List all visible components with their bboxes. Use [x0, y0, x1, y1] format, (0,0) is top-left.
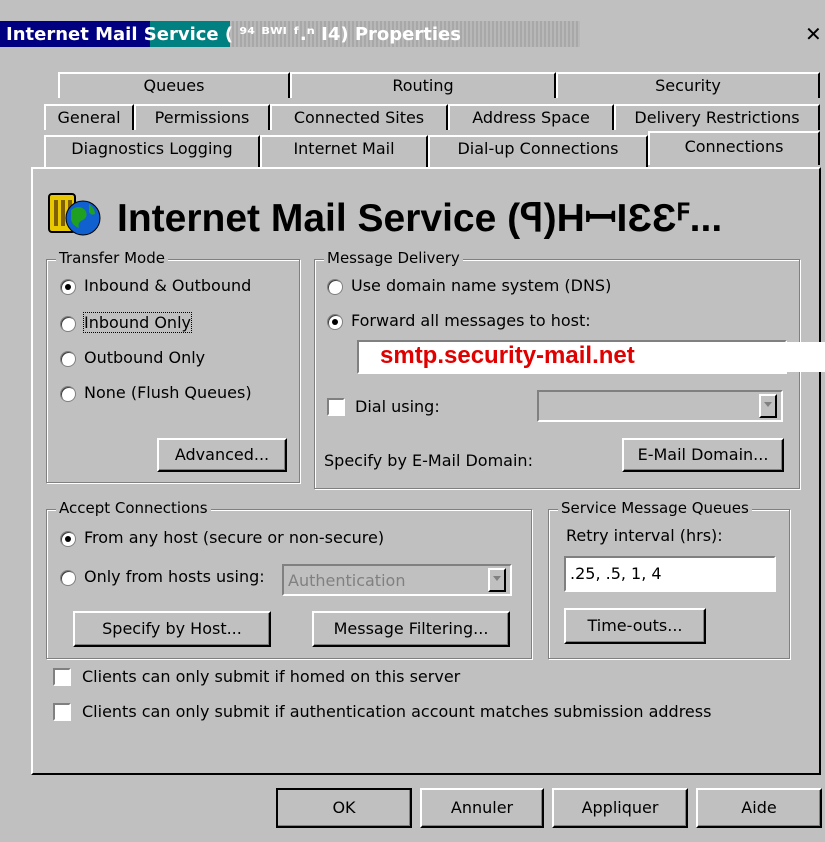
email-domain-button[interactable]: E-Mail Domain...	[622, 438, 784, 472]
label-inbound-only: Inbound Only	[83, 312, 192, 333]
dial-using-select[interactable]	[537, 390, 783, 422]
forward-host-value: smtp.security-mail.net	[380, 342, 635, 369]
label-forward-host: Forward all messages to host:	[351, 311, 591, 330]
specify-by-host-button[interactable]: Specify by Host...	[73, 611, 271, 647]
tab-delivery-restrictions[interactable]: Delivery Restrictions	[614, 104, 820, 130]
dial-using-chevron-down-icon[interactable]	[759, 394, 777, 418]
authentication-chevron-down-icon[interactable]	[488, 568, 506, 592]
tab-security[interactable]: Security	[556, 72, 820, 98]
message-filtering-button[interactable]: Message Filtering...	[312, 611, 510, 647]
tab-routing[interactable]: Routing	[290, 72, 556, 98]
label-retry-interval: Retry interval (hrs):	[566, 526, 723, 545]
message-delivery-legend: Message Delivery	[324, 249, 463, 267]
label-specify-email-domain: Specify by E-Mail Domain:	[324, 451, 533, 470]
checkbox-clients-homed[interactable]	[53, 668, 71, 686]
tab-connected-sites[interactable]: Connected Sites	[270, 104, 448, 130]
help-button[interactable]: Aide	[696, 788, 822, 828]
mail-service-globe-icon	[48, 193, 101, 236]
checkbox-dial-using[interactable]	[327, 398, 345, 416]
tab-queues[interactable]: Queues	[58, 72, 290, 98]
timeouts-button[interactable]: Time-outs...	[564, 608, 706, 644]
service-queues-legend: Service Message Queues	[558, 499, 752, 517]
transfer-mode-legend: Transfer Mode	[56, 249, 168, 267]
tab-diagnostics-logging[interactable]: Diagnostics Logging	[44, 135, 260, 167]
radio-inbound-outbound[interactable]	[60, 279, 76, 295]
radio-none-flush[interactable]	[60, 386, 76, 402]
radio-forward-host[interactable]	[327, 314, 343, 330]
label-clients-homed: Clients can only submit if homed on this…	[82, 667, 461, 686]
ok-button[interactable]: OK	[276, 788, 412, 828]
tab-general[interactable]: General	[44, 104, 134, 130]
radio-outbound-only[interactable]	[60, 351, 76, 367]
tab-connections[interactable]: Connections	[648, 131, 820, 165]
radio-only-from-hosts[interactable]	[60, 570, 76, 586]
radio-inbound-only[interactable]	[60, 316, 76, 332]
radio-any-host[interactable]	[60, 531, 76, 547]
tab-address-space[interactable]: Address Space	[448, 104, 614, 130]
apply-button[interactable]: Appliquer	[552, 788, 688, 828]
label-none-flush: None (Flush Queues)	[84, 383, 252, 402]
checkbox-clients-auth-match[interactable]	[53, 703, 71, 721]
authentication-value: Authentication	[288, 571, 406, 590]
page-title: Internet Mail Service (ꟼ)HꟷIƐƐꟳ...	[117, 197, 723, 240]
window-title: Internet Mail Service ( ⁹⁴ ᴮᵂᴵ ᶠ.ⁿ I4) P…	[6, 24, 461, 45]
label-inbound-outbound: Inbound & Outbound	[84, 276, 252, 295]
label-only-from-hosts: Only from hosts using:	[84, 567, 265, 586]
authentication-select[interactable]: Authentication	[282, 564, 512, 596]
label-dial-using: Dial using:	[355, 397, 440, 416]
label-use-dns: Use domain name system (DNS)	[351, 276, 612, 295]
advanced-button[interactable]: Advanced...	[157, 438, 287, 472]
retry-interval-input[interactable]: .25, .5, 1, 4	[564, 556, 776, 592]
close-icon[interactable]: ✕	[805, 22, 822, 46]
label-clients-auth-match: Clients can only submit if authenticatio…	[82, 702, 712, 721]
cancel-button[interactable]: Annuler	[420, 788, 544, 828]
tab-permissions[interactable]: Permissions	[134, 104, 270, 130]
radio-use-dns[interactable]	[327, 279, 343, 295]
accept-connections-legend: Accept Connections	[56, 499, 211, 517]
tab-dial-up-connections[interactable]: Dial-up Connections	[428, 135, 648, 167]
tab-internet-mail[interactable]: Internet Mail	[260, 135, 428, 167]
label-outbound-only: Outbound Only	[84, 348, 206, 367]
label-any-host: From any host (secure or non-secure)	[84, 528, 385, 547]
